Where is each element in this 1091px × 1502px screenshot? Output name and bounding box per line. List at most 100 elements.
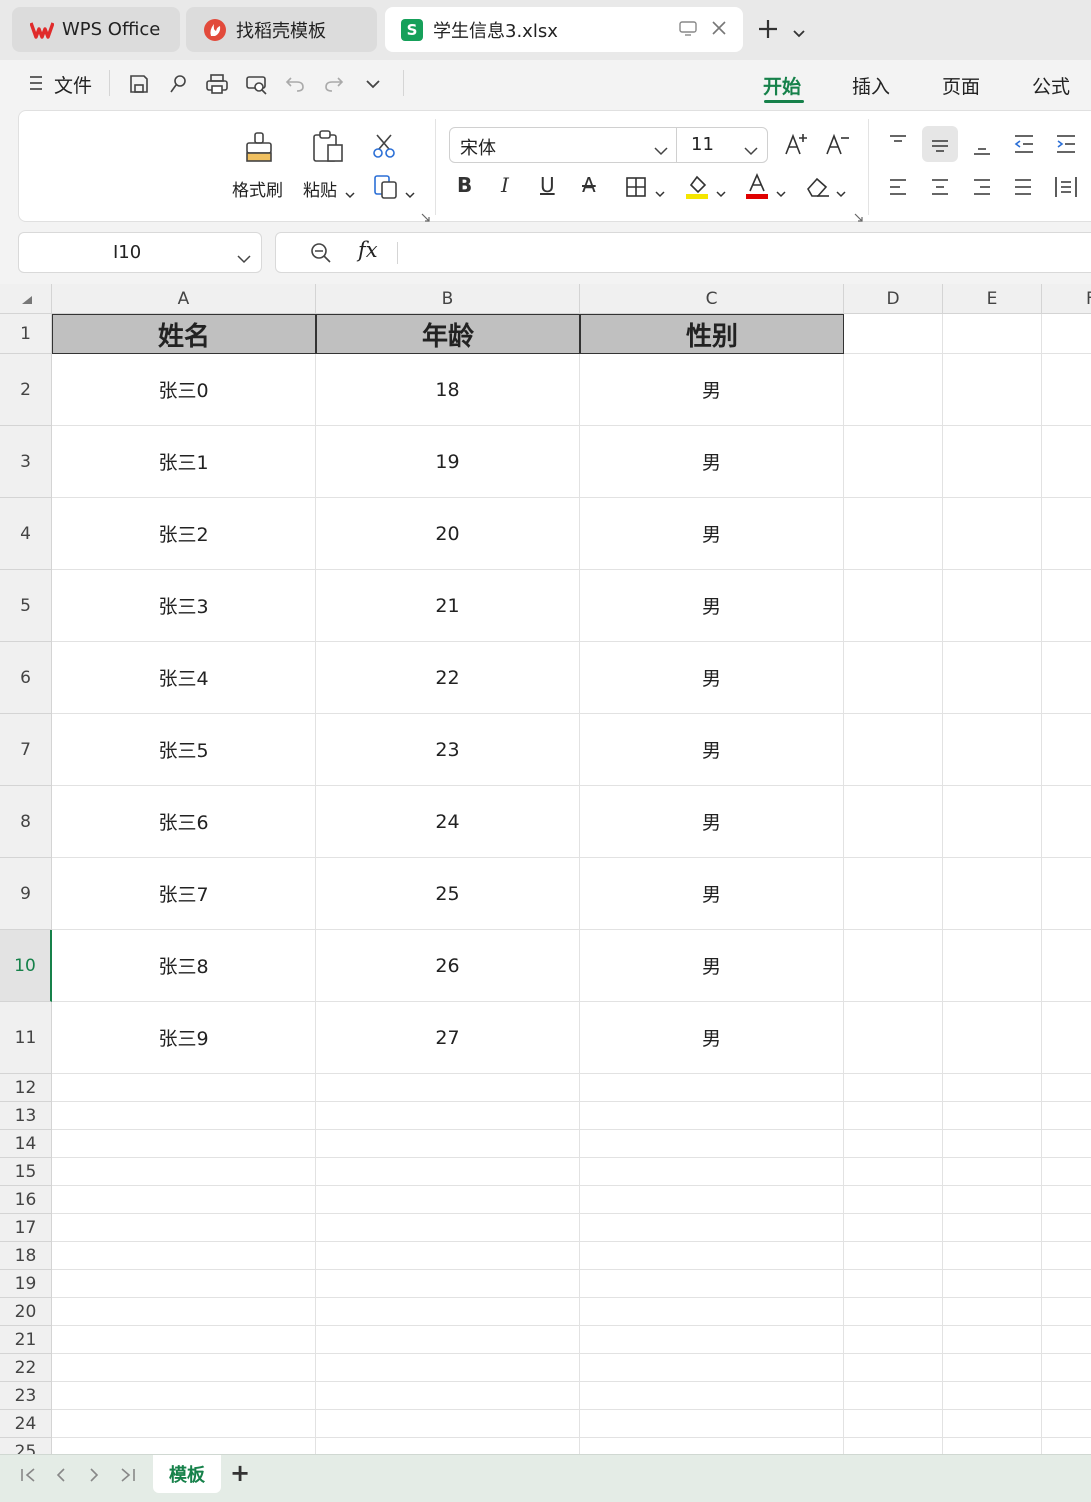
empty-cell[interactable] (1042, 1410, 1091, 1438)
empty-cell[interactable] (1042, 1354, 1091, 1382)
empty-cell[interactable] (943, 1158, 1042, 1186)
column-header-d[interactable]: D (844, 284, 943, 314)
table-cell[interactable]: 张三2 (52, 498, 316, 570)
empty-cell[interactable] (1042, 1002, 1091, 1074)
empty-cell[interactable] (1042, 1242, 1091, 1270)
empty-cell[interactable] (316, 1354, 580, 1382)
row-header-18[interactable]: 18 (0, 1242, 52, 1270)
empty-cell[interactable] (844, 570, 943, 642)
table-cell[interactable]: 男 (580, 642, 844, 714)
row-header-25[interactable]: 25 (0, 1438, 52, 1454)
align-top-icon[interactable] (887, 133, 909, 157)
chevron-down-icon[interactable] (792, 24, 806, 43)
header-cell[interactable]: 姓名 (52, 314, 316, 354)
empty-cell[interactable] (943, 498, 1042, 570)
table-cell[interactable]: 张三5 (52, 714, 316, 786)
chevron-down-icon[interactable] (237, 249, 251, 268)
monitor-icon[interactable] (679, 21, 697, 42)
table-cell[interactable]: 19 (316, 426, 580, 498)
empty-cell[interactable] (1042, 426, 1091, 498)
empty-cell[interactable] (844, 1102, 943, 1130)
empty-cell[interactable] (1042, 858, 1091, 930)
row-header-13[interactable]: 13 (0, 1102, 52, 1130)
empty-cell[interactable] (1042, 1270, 1091, 1298)
increase-font-size-icon[interactable] (784, 131, 810, 161)
row-header-23[interactable]: 23 (0, 1382, 52, 1410)
chevron-down-icon[interactable] (744, 141, 758, 160)
row-header-22[interactable]: 22 (0, 1354, 52, 1382)
empty-cell[interactable] (52, 1270, 316, 1298)
row-header-11[interactable]: 11 (0, 1002, 52, 1074)
chevron-down-icon[interactable] (776, 183, 786, 202)
empty-cell[interactable] (943, 354, 1042, 426)
tab-formula[interactable]: 公式 (1032, 72, 1070, 99)
empty-cell[interactable] (1042, 786, 1091, 858)
increase-indent-icon[interactable] (1054, 133, 1078, 159)
empty-cell[interactable] (1042, 714, 1091, 786)
empty-cell[interactable] (52, 1242, 316, 1270)
table-cell[interactable]: 25 (316, 858, 580, 930)
empty-cell[interactable] (316, 1298, 580, 1326)
tab-page[interactable]: 页面 (942, 72, 980, 99)
empty-cell[interactable] (580, 1438, 844, 1454)
empty-cell[interactable] (844, 354, 943, 426)
font-size-select[interactable]: 11 (676, 127, 768, 163)
empty-cell[interactable] (943, 1130, 1042, 1158)
decrease-font-size-icon[interactable] (825, 131, 851, 161)
fx-icon[interactable]: fx (358, 238, 378, 262)
empty-cell[interactable] (943, 1298, 1042, 1326)
empty-cell[interactable] (943, 930, 1042, 1002)
table-cell[interactable]: 男 (580, 354, 844, 426)
empty-cell[interactable] (580, 1074, 844, 1102)
empty-cell[interactable] (316, 1186, 580, 1214)
empty-cell[interactable] (580, 1214, 844, 1242)
chevron-down-icon[interactable] (345, 184, 355, 203)
empty-cell[interactable] (316, 1438, 580, 1454)
distributed-align-icon[interactable] (1053, 175, 1079, 203)
empty-cell[interactable] (844, 1326, 943, 1354)
empty-cell[interactable] (943, 314, 1042, 354)
copy-icon[interactable] (372, 173, 400, 205)
empty-cell[interactable] (1042, 1102, 1091, 1130)
empty-cell[interactable] (1042, 1130, 1091, 1158)
empty-cell[interactable] (1042, 1074, 1091, 1102)
empty-cell[interactable] (943, 786, 1042, 858)
table-cell[interactable]: 张三7 (52, 858, 316, 930)
chevron-down-icon[interactable] (654, 141, 668, 160)
empty-cell[interactable] (844, 1214, 943, 1242)
add-sheet-plus-icon[interactable]: + (230, 1459, 250, 1487)
table-cell[interactable]: 男 (580, 930, 844, 1002)
formula-bar[interactable]: fx (275, 232, 1091, 273)
row-header-21[interactable]: 21 (0, 1326, 52, 1354)
last-sheet-icon[interactable] (118, 1467, 136, 1487)
empty-cell[interactable] (844, 426, 943, 498)
empty-cell[interactable] (844, 1186, 943, 1214)
column-header-f[interactable]: F (1042, 284, 1091, 314)
empty-cell[interactable] (1042, 1186, 1091, 1214)
empty-cell[interactable] (580, 1354, 844, 1382)
empty-cell[interactable] (943, 1326, 1042, 1354)
empty-cell[interactable] (1042, 1158, 1091, 1186)
table-cell[interactable]: 男 (580, 858, 844, 930)
empty-cell[interactable] (580, 1130, 844, 1158)
share-icon[interactable] (164, 70, 192, 98)
empty-cell[interactable] (52, 1382, 316, 1410)
tab-insert[interactable]: 插入 (852, 72, 890, 99)
column-header-a[interactable]: A (52, 284, 316, 314)
empty-cell[interactable] (943, 858, 1042, 930)
empty-cell[interactable] (844, 1410, 943, 1438)
name-box[interactable]: I10 (18, 232, 262, 273)
align-center-icon[interactable] (929, 177, 951, 201)
cut-icon[interactable] (371, 133, 397, 163)
empty-cell[interactable] (52, 1186, 316, 1214)
save-icon[interactable] (125, 70, 153, 98)
empty-cell[interactable] (943, 1410, 1042, 1438)
empty-cell[interactable] (1042, 930, 1091, 1002)
sheet-tab-template[interactable]: 模板 (153, 1455, 221, 1493)
empty-cell[interactable] (844, 1158, 943, 1186)
row-header-17[interactable]: 17 (0, 1214, 52, 1242)
undo-icon[interactable] (281, 70, 309, 98)
empty-cell[interactable] (943, 1074, 1042, 1102)
row-header-5[interactable]: 5 (0, 570, 52, 642)
table-cell[interactable]: 张三8 (52, 930, 316, 1002)
